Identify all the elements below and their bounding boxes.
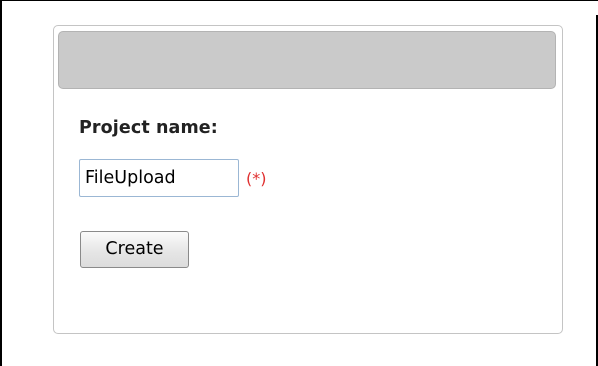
- project-name-label: Project name:: [79, 118, 218, 138]
- create-button[interactable]: Create: [80, 231, 189, 268]
- required-indicator: (*): [246, 169, 267, 188]
- create-project-panel: Project name: FileUpload (*) Create: [53, 25, 563, 334]
- project-name-input[interactable]: FileUpload: [79, 159, 239, 197]
- window-frame: Project name: FileUpload (*) Create: [0, 0, 598, 366]
- panel-header-bar: [58, 31, 556, 89]
